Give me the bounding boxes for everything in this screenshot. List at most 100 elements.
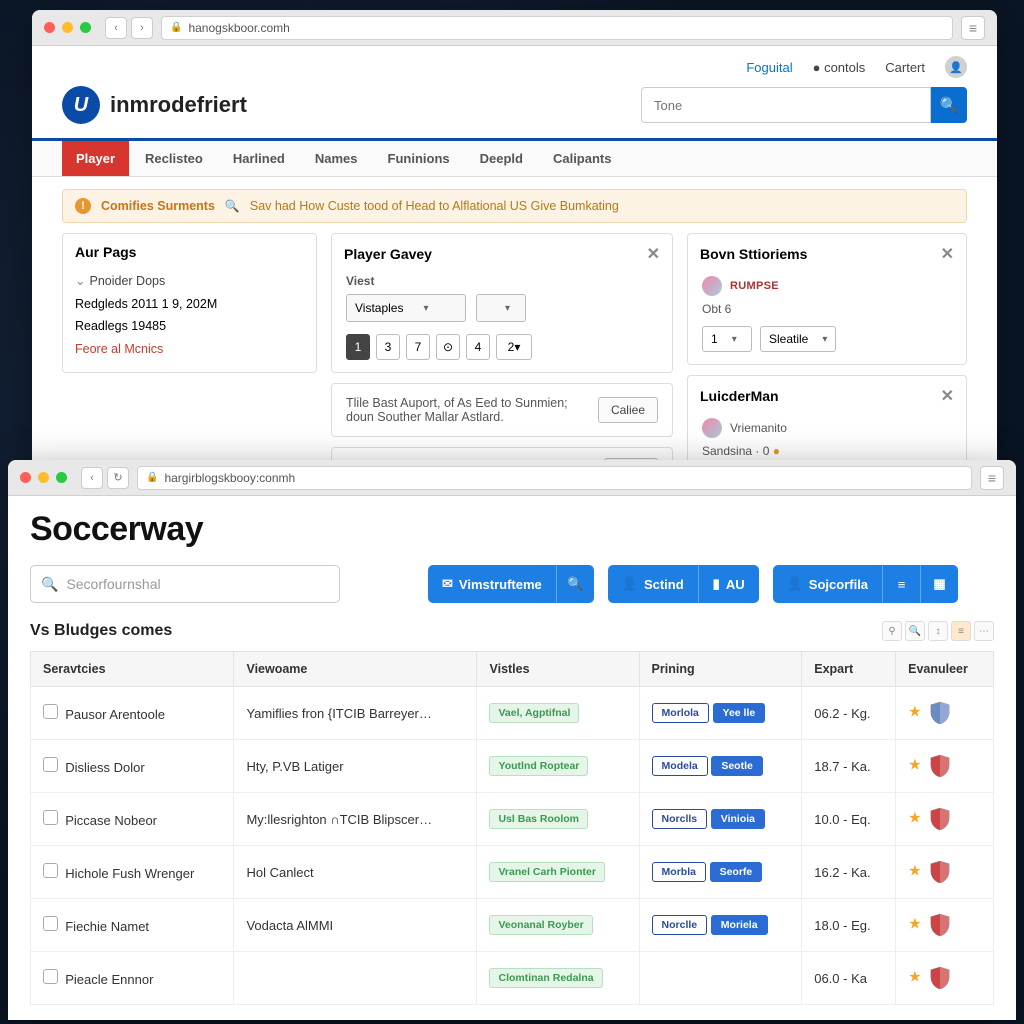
tool-sort[interactable]: ↕	[928, 621, 948, 641]
zoom-dot[interactable]	[80, 22, 91, 33]
table-row[interactable]: Piccase Nobeor My:llesrighton ∩TCIB Blip…	[31, 793, 994, 846]
close-icon[interactable]: ✕	[941, 386, 954, 406]
user-avatar[interactable]: 👤	[945, 56, 967, 78]
pill-2[interactable]: Vinioia	[711, 809, 765, 829]
col-expart[interactable]: Expart	[802, 652, 896, 687]
note-button[interactable]: Caliee	[598, 397, 658, 423]
minimize-dot[interactable]	[62, 22, 73, 33]
url-bar[interactable]: 🔒 hanogskboor.comh	[161, 16, 953, 40]
back-button[interactable]: ‹	[105, 17, 127, 39]
select-empty[interactable]	[476, 294, 526, 322]
mini-select-num[interactable]: 1	[702, 326, 752, 352]
page-1[interactable]: 1	[346, 334, 370, 360]
checkbox[interactable]	[43, 916, 58, 931]
select-vistaples[interactable]: Vistaples	[346, 294, 466, 322]
checkbox[interactable]	[43, 810, 58, 825]
profile-name2[interactable]: Vriemanito	[730, 421, 787, 435]
col-vistles[interactable]: Vistles	[477, 652, 639, 687]
page-7[interactable]: 7	[406, 334, 430, 360]
checkbox[interactable]	[43, 863, 58, 878]
star-icon[interactable]: ★	[908, 862, 921, 879]
table-row[interactable]: Disliess Dolor Hty, P.VB Latiger Youtlnd…	[31, 740, 994, 793]
minimize-dot[interactable]	[38, 472, 49, 483]
menu-button[interactable]: ≡	[980, 466, 1004, 490]
back-button[interactable]: ‹	[81, 467, 103, 489]
star-icon[interactable]: ★	[908, 756, 921, 773]
alert-search-icon[interactable]: 🔍	[225, 199, 240, 213]
sidebar-item-3[interactable]: Feore al Mcnics	[75, 338, 304, 361]
nav-tab-names[interactable]: Names	[301, 141, 372, 176]
btn-vimstrufteme[interactable]: ✉Vimstrufteme	[428, 565, 556, 603]
menu-button[interactable]: ≡	[961, 16, 985, 40]
close-dot[interactable]	[44, 22, 55, 33]
zoom-dot[interactable]	[56, 472, 67, 483]
search-box[interactable]: 🔍 Secorfournshal	[30, 565, 340, 603]
table-row[interactable]: Pieacle Ennnor Clomtinan Redalna 06.0 - …	[31, 952, 994, 1005]
close-icon[interactable]: ✕	[941, 244, 954, 264]
reload-button[interactable]: ↻	[107, 467, 129, 489]
btn-sctind[interactable]: 👤Sctind	[608, 565, 698, 603]
nav-tab-reclisteo[interactable]: Reclisteo	[131, 141, 217, 176]
pill-2[interactable]: Seotle	[711, 756, 763, 776]
table-row[interactable]: Pausor Arentoole Yamiflies fron {ITCIB B…	[31, 687, 994, 740]
tool-more[interactable]: ⋯	[974, 621, 994, 641]
table-row[interactable]: Hichole Fush Wrenger Hol Canlect Vranel …	[31, 846, 994, 899]
top-link-foguital[interactable]: Foguital	[746, 60, 792, 75]
col-viewoame[interactable]: Viewoame	[234, 652, 477, 687]
close-dot[interactable]	[20, 472, 31, 483]
brand-text[interactable]: Soccerway	[30, 510, 994, 549]
status-badge: Youtlnd Roptear	[489, 756, 588, 776]
checkbox[interactable]	[43, 969, 58, 984]
tool-link[interactable]: ⚲	[882, 621, 902, 641]
star-icon[interactable]: ★	[908, 915, 921, 932]
nav-tab-player[interactable]: Player	[62, 141, 129, 176]
star-icon[interactable]: ★	[908, 703, 921, 720]
page-2-dropdown[interactable]: 2 ▾	[496, 334, 532, 360]
forward-button[interactable]: ›	[131, 17, 153, 39]
nav-tab-funinions[interactable]: Funinions	[374, 141, 464, 176]
pill-2[interactable]: Yee lle	[713, 703, 766, 723]
checkbox[interactable]	[43, 704, 58, 719]
search-button[interactable]: 🔍	[931, 87, 967, 123]
mini-select-sleatile[interactable]: Sleatile	[760, 326, 836, 352]
checkbox[interactable]	[43, 757, 58, 772]
col-evanuleer[interactable]: Evanuleer	[896, 652, 994, 687]
nav-tab-deepld[interactable]: Deepld	[466, 141, 537, 176]
star-icon[interactable]: ★	[908, 809, 921, 826]
tool-search[interactable]: 🔍	[905, 621, 925, 641]
top-link-contols[interactable]: ● contols	[813, 60, 866, 75]
search-input[interactable]	[641, 87, 931, 123]
table-row[interactable]: Fiechie Namet Vodacta AlMMI Veonanal Roy…	[31, 899, 994, 952]
pill-1[interactable]: Morbla	[652, 862, 706, 882]
pill-2[interactable]: Moriela	[711, 915, 768, 935]
btn-au[interactable]: ▮AU	[698, 565, 759, 603]
pill-2[interactable]: Seorfe	[710, 862, 763, 882]
nav-tab-calipants[interactable]: Calipants	[539, 141, 626, 176]
nav-tab-harlined[interactable]: Harlined	[219, 141, 299, 176]
top-link-cartert[interactable]: Cartert	[885, 60, 925, 75]
btn-grid[interactable]: ▦	[920, 565, 958, 603]
tool-filter[interactable]: ≡	[951, 621, 971, 641]
page-3[interactable]: 3	[376, 334, 400, 360]
right-rail: Bovn Sttioriems ✕ RUMPSE Obt 6 1 Sleatil…	[687, 233, 967, 460]
url-bar[interactable]: 🔒 hargirblogskbooy:conmh	[137, 466, 972, 490]
col-seravtcies[interactable]: Seravtcies	[31, 652, 234, 687]
col-prining[interactable]: Prining	[639, 652, 802, 687]
pill-1[interactable]: Norclls	[652, 809, 708, 829]
pill-1[interactable]: Norclle	[652, 915, 708, 935]
sidebar-item-2[interactable]: Readlegs 19485	[75, 315, 304, 338]
page-4[interactable]: 4	[466, 334, 490, 360]
sidebar-item-0[interactable]: ⌄Pnoider Dops	[75, 270, 304, 293]
btn-sojcorfila[interactable]: 👤Sojcorfila	[773, 565, 882, 603]
pill-1[interactable]: Morlola	[652, 703, 709, 723]
pill-1[interactable]: Modela	[652, 756, 708, 776]
profile-name[interactable]: RUMPSE	[730, 280, 779, 292]
cell-viewoame	[234, 952, 477, 1005]
star-icon[interactable]: ★	[908, 968, 921, 985]
brand[interactable]: U inmrodefriert	[62, 86, 247, 124]
page-target[interactable]: ⊙	[436, 334, 460, 360]
btn-list[interactable]: ≡	[882, 565, 920, 603]
btn-search[interactable]: 🔍	[556, 565, 594, 603]
sidebar-item-1[interactable]: Redgleds 2011 1 9, 202M	[75, 293, 304, 316]
close-icon[interactable]: ✕	[647, 244, 660, 264]
